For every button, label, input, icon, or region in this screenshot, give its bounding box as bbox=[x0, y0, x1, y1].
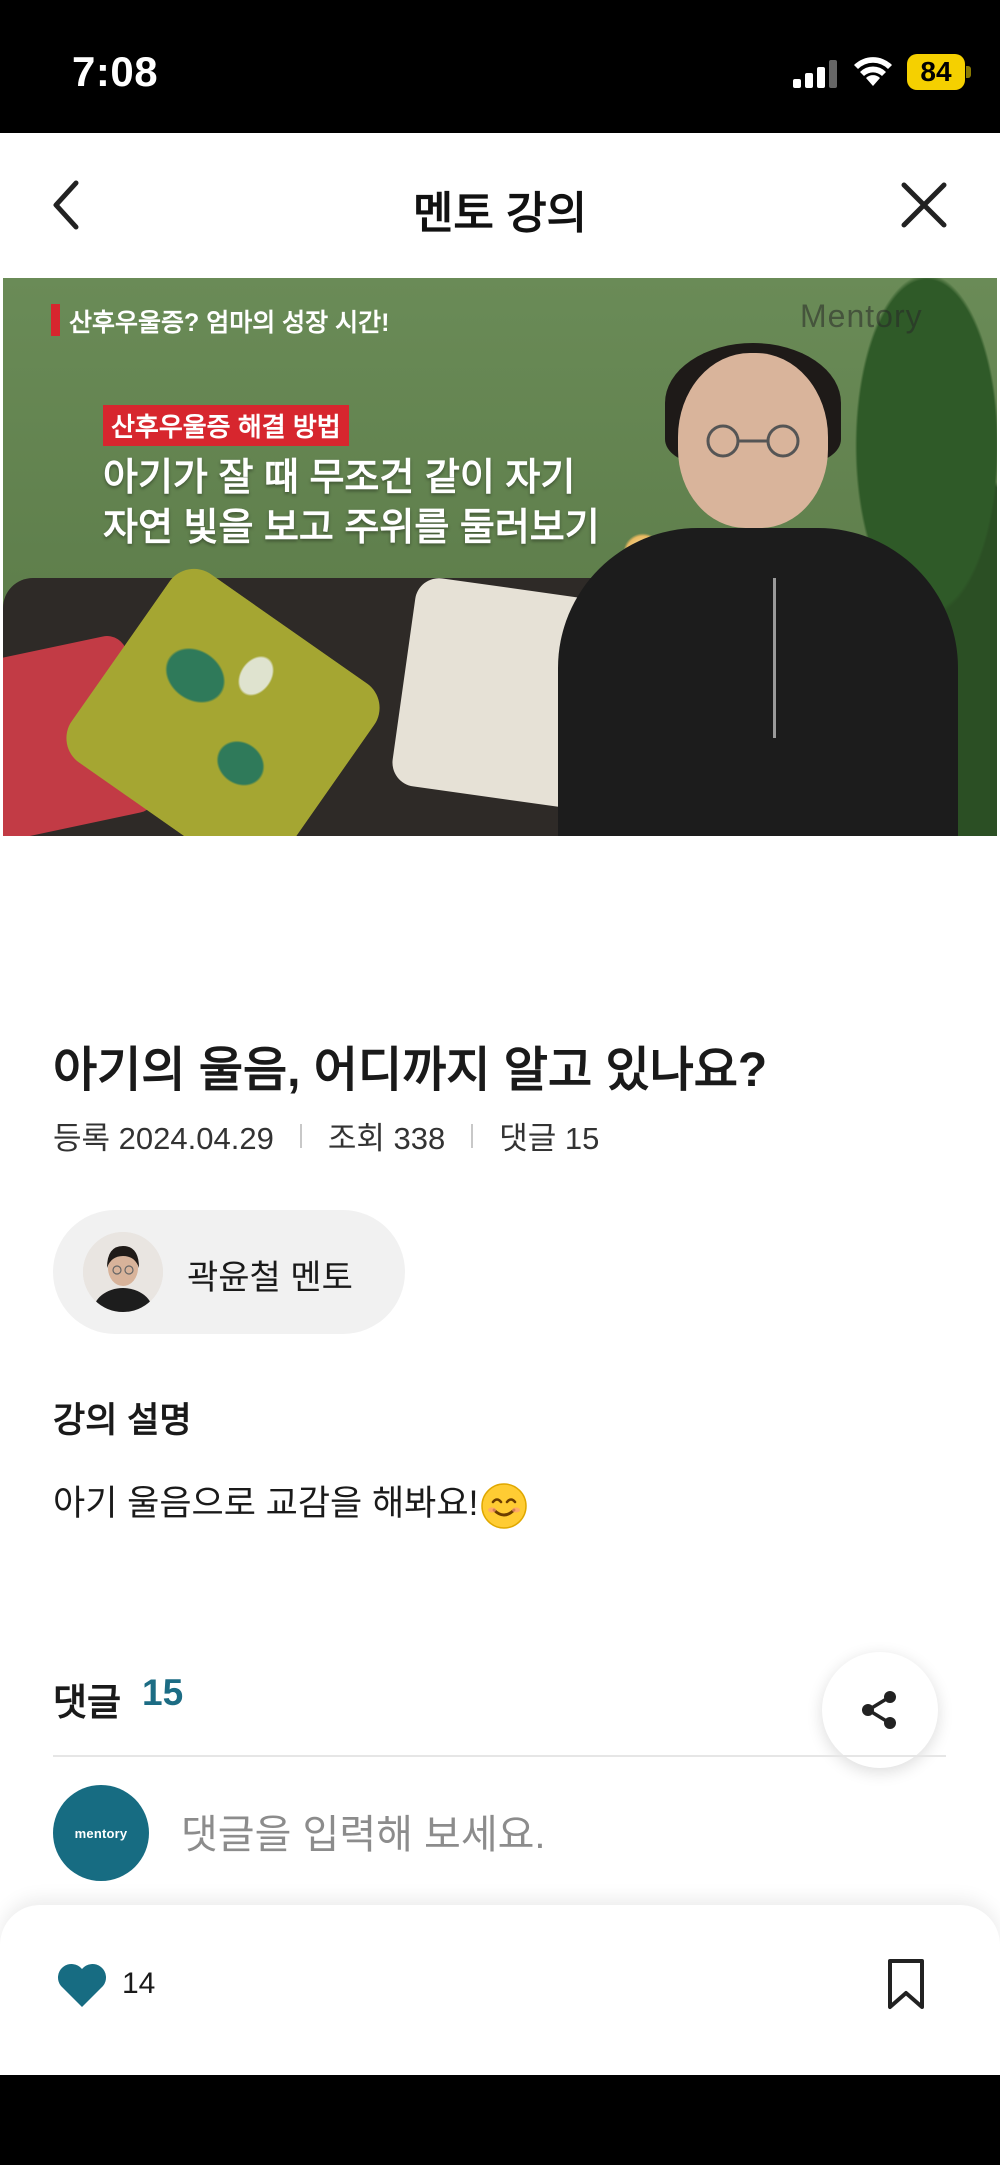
video-watermark: Mentory bbox=[800, 298, 923, 334]
presenter-body bbox=[558, 528, 958, 836]
close-icon[interactable] bbox=[900, 181, 948, 229]
status-bar: 7:08 84 bbox=[0, 0, 1000, 133]
battery-level: 84 bbox=[907, 54, 965, 90]
avatar-brand-text: mentory bbox=[74, 1825, 128, 1841]
bookmark-icon[interactable] bbox=[886, 1957, 926, 2011]
like-count: 14 bbox=[122, 1967, 156, 2000]
mentor-avatar bbox=[83, 1232, 163, 1312]
heart-icon[interactable] bbox=[55, 1961, 109, 2009]
nav-header: 멘토 강의 bbox=[0, 133, 1000, 278]
video-tag-text: 산후우울증? 엄마의 성장 시간! bbox=[69, 309, 390, 337]
lecture-meta: 등록 2024.04.29 조회 338 댓글 15 bbox=[53, 1113, 599, 1158]
meta-divider bbox=[471, 1123, 474, 1148]
lecture-title: 아기의 울음, 어디까지 알고 있나요? bbox=[53, 1044, 768, 1097]
description-heading: 강의 설명 bbox=[53, 1401, 192, 1440]
registered-date: 등록 2024.04.29 bbox=[53, 1121, 274, 1156]
video-headline-line1: 아기가 잘 때 무조건 같이 자기 bbox=[103, 457, 576, 499]
bottom-action-bar: 14 bbox=[0, 1905, 1000, 2075]
page-title: 멘토 강의 bbox=[412, 189, 588, 238]
comment-input[interactable] bbox=[181, 1805, 881, 1865]
video-tag-bar bbox=[51, 304, 60, 336]
comment-count-meta: 댓글 15 bbox=[499, 1121, 600, 1156]
wifi-icon bbox=[854, 57, 892, 86]
user-avatar: mentory bbox=[53, 1785, 149, 1881]
share-icon bbox=[862, 1691, 896, 1729]
presenter-glasses bbox=[706, 424, 800, 458]
video-headline-line2: 자연 빛을 보고 주위를 둘러보기 bbox=[103, 507, 600, 549]
comments-heading: 댓글 bbox=[53, 1682, 122, 1723]
smiling-face-emoji-icon bbox=[481, 1483, 528, 1529]
meta-divider bbox=[299, 1123, 302, 1148]
status-time: 7:08 bbox=[72, 48, 159, 95]
comments-divider bbox=[53, 1755, 946, 1757]
presenter-zipper bbox=[773, 578, 776, 738]
mentor-name: 곽윤철 멘토 bbox=[187, 1259, 353, 1297]
cellular-signal-icon bbox=[793, 60, 837, 88]
description-text-row: 아기 울음으로 교감을 해봐요! bbox=[53, 1475, 528, 1530]
video-headline-tag: 산후우울증 해결 방법 bbox=[103, 405, 349, 446]
battery-nub bbox=[966, 66, 971, 78]
description-text: 아기 울음으로 교감을 해봐요! bbox=[53, 1484, 479, 1523]
comments-count: 15 bbox=[142, 1672, 184, 1713]
home-indicator-area bbox=[0, 2075, 1000, 2165]
view-count: 조회 338 bbox=[327, 1121, 446, 1156]
video-player[interactable]: 산후우울증? 엄마의 성장 시간! Mentory 산후우울증 해결 방법 아기… bbox=[3, 278, 997, 836]
mentor-chip[interactable]: 곽윤철 멘토 bbox=[53, 1210, 405, 1334]
share-button[interactable] bbox=[822, 1652, 938, 1768]
